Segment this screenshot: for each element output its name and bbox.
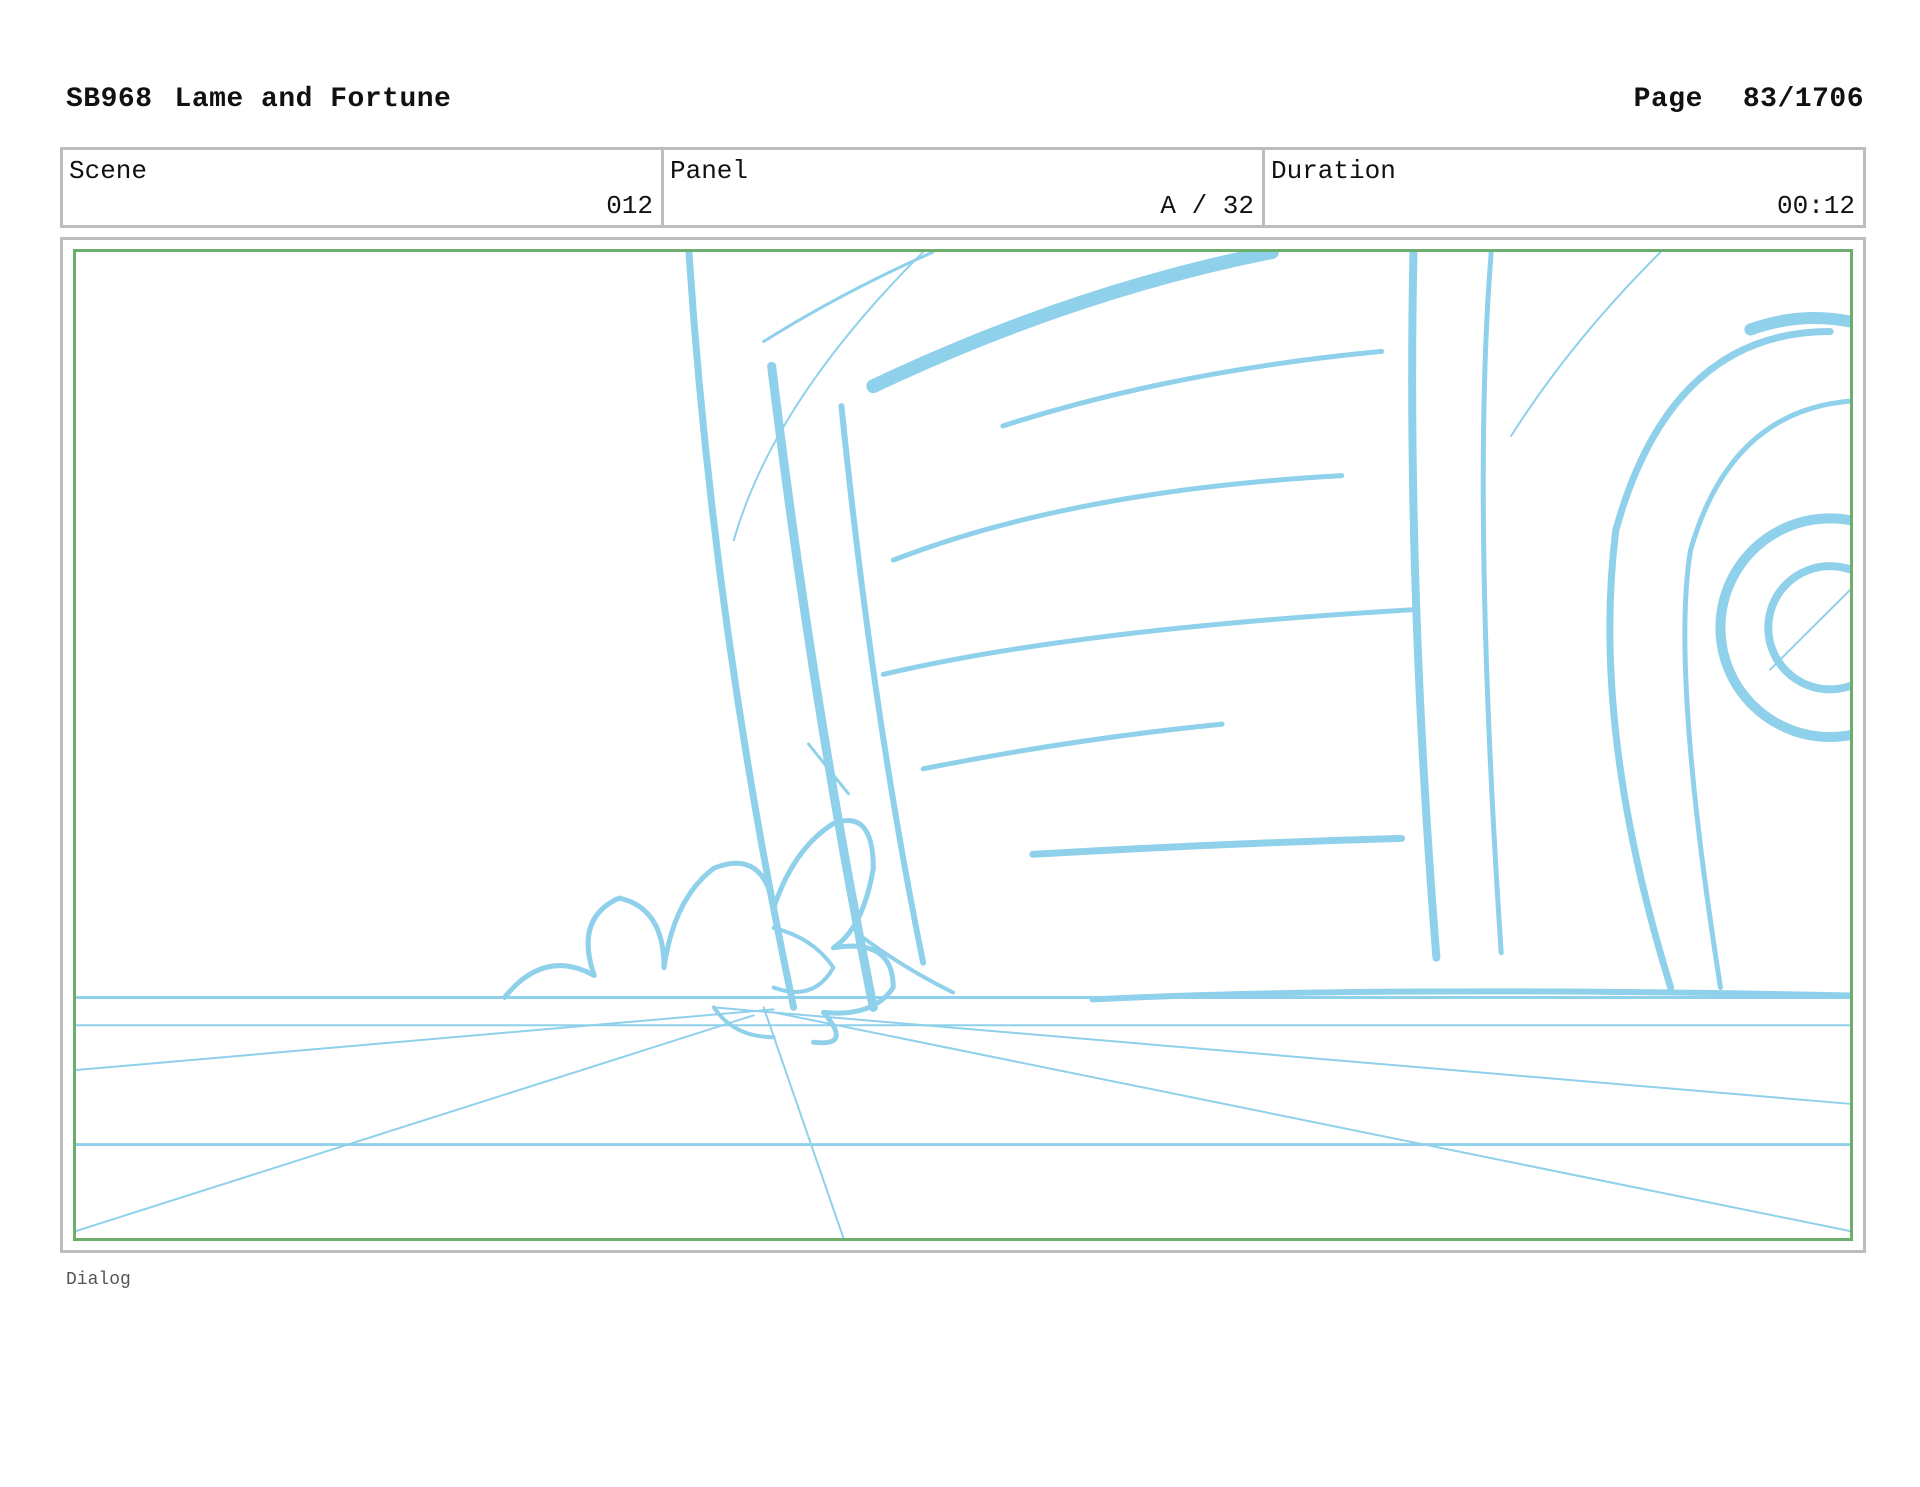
door-edge (767, 361, 878, 1012)
duration-value: 00:12 (1776, 191, 1855, 221)
right-post (1408, 252, 1441, 962)
episode-title: Lame and Fortune (174, 84, 452, 115)
episode-code: SB968 (66, 84, 153, 115)
right-post-inner (1480, 252, 1504, 956)
slat-line (890, 473, 1345, 563)
splat-detail (861, 935, 956, 995)
arch-inner (1682, 398, 1850, 991)
door-edge-inner (838, 403, 927, 966)
wheel-ring (1715, 513, 1850, 742)
duration-label: Duration (1271, 156, 1396, 186)
page-number: 83/1706 (1742, 84, 1864, 115)
perspective-line (76, 1008, 775, 1072)
panel-label: Panel (670, 156, 749, 186)
storyboard-panel-frame (60, 237, 1866, 1253)
duration-cell: Duration 00:12 (1265, 150, 1863, 225)
perspective-line (712, 1006, 1850, 1105)
storyboard-header-right: Page 83/1706 (1634, 84, 1864, 115)
wheel-hub (1764, 562, 1850, 694)
perspective-line (772, 1011, 1850, 1233)
panel-cell: Panel A / 32 (664, 150, 1265, 225)
splat-shape (502, 818, 896, 1046)
construction-line (762, 252, 935, 343)
slat-line (1000, 348, 1385, 429)
scene-cell: Scene 012 (63, 150, 664, 225)
sketch-drawing (76, 252, 1850, 1238)
construction-line (732, 252, 925, 542)
slat-line (1029, 834, 1406, 858)
perspective-line (76, 1014, 755, 1233)
dialog-label: Dialog (66, 1270, 131, 1290)
storyboard-header-left: SB968 Lame and Fortune (66, 84, 451, 115)
construction-line (1510, 252, 1662, 437)
panel-value: A / 32 (1160, 191, 1254, 221)
top-beam (866, 252, 1279, 394)
arch-top (1744, 312, 1850, 336)
wheel-spoke (1769, 588, 1850, 671)
panel-info-bar: Scene 012 Panel A / 32 Duration 00:12 (60, 147, 1866, 228)
safe-area-frame (73, 249, 1853, 1241)
scene-label: Scene (69, 156, 148, 186)
slat-line (920, 721, 1225, 772)
page-label: Page (1633, 84, 1703, 115)
arch-outer (1606, 328, 1834, 992)
scene-value: 012 (606, 191, 653, 221)
slat-line (880, 607, 1414, 677)
